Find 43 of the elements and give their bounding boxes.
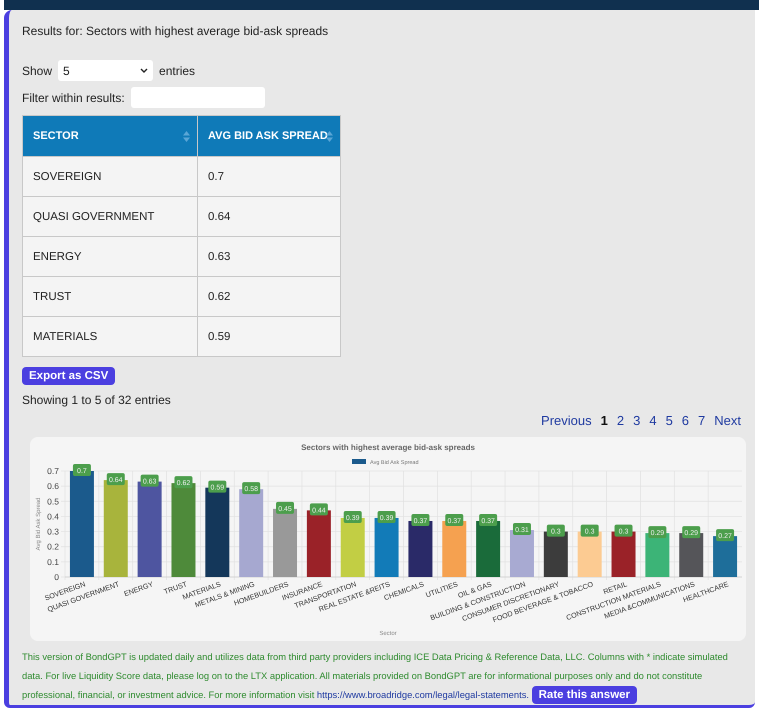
y-tick-label: 0 (54, 572, 59, 582)
disclaimer-text: This version of BondGPT is updated daily and utilizes data from third party providers including ICE Data Pricing & Reference Data, LLC. Columns with * indicate simulated data. For live Liquidity Score data, please log on to the LTX application. All materials provided on BondGPT are for informational purposes only and do not constitute professional, financial, or investment advice. For more information visit https://www.broadridge.com/legal/legal-statements. Rate this answer (22, 647, 747, 704)
entries-info: Showing 1 to 5 of 32 entries (22, 393, 171, 407)
page-link[interactable]: 4 (649, 413, 657, 428)
table-cell: 0.59 (198, 316, 340, 356)
table-cell: 0.7 (198, 156, 340, 196)
y-tick-label: 0.2 (47, 542, 59, 552)
chart-title: Sectors with highest average bid-ask spreads (301, 443, 475, 452)
next-link[interactable]: Next (714, 413, 741, 428)
page-link[interactable]: 5 (666, 413, 673, 428)
table-cell: 0.64 (198, 196, 340, 236)
table-cell: 0.63 (198, 236, 340, 276)
page-link[interactable]: 2 (616, 413, 624, 428)
sort-icon (183, 131, 190, 142)
legal-link[interactable]: https://www.broadridge.com/legal/legal-statements. (316, 689, 530, 700)
table-cell: QUASI GOVERNMENT (22, 196, 198, 236)
page-link[interactable]: 3 (633, 413, 640, 428)
y-tick-label: 0.3 (47, 526, 59, 537)
y-tick-label: 0.7 (47, 466, 59, 476)
table-cell: 0.62 (198, 276, 340, 316)
y-tick-label: 0.6 (47, 481, 59, 492)
export-csv-button[interactable]: Export as CSV (22, 367, 116, 385)
y-tick-label: 0.4 (47, 511, 59, 522)
sort-icon (326, 131, 333, 142)
y-tick-label: 0.1 (47, 556, 59, 567)
column-header[interactable]: SECTOR (22, 116, 198, 156)
filter-label: Filter within results: (22, 90, 125, 104)
previous-link[interactable]: Previous (541, 413, 592, 428)
y-tick-label: 0.5 (47, 496, 59, 506)
results-title: Results for: Sectors with highest average bid-ask spreads (22, 24, 330, 38)
entries-select[interactable]: 5 (58, 60, 154, 81)
entries-label: entries (159, 64, 196, 78)
table-cell: ENERGY (22, 236, 198, 276)
rate-answer-button[interactable]: Rate this answer (532, 686, 638, 704)
table-cell: MATERIALS (22, 316, 198, 356)
page-link[interactable]: 7 (698, 413, 706, 428)
table-cell: SOVEREIGN (22, 156, 198, 196)
table-cell: TRUST (22, 276, 198, 316)
page-link[interactable]: 1 (600, 413, 608, 428)
chevron-down-icon (140, 68, 148, 74)
column-header[interactable]: AVG BID ASK SPREAD (198, 116, 340, 156)
show-label: Show (22, 64, 52, 78)
page-link[interactable]: 6 (682, 413, 690, 428)
